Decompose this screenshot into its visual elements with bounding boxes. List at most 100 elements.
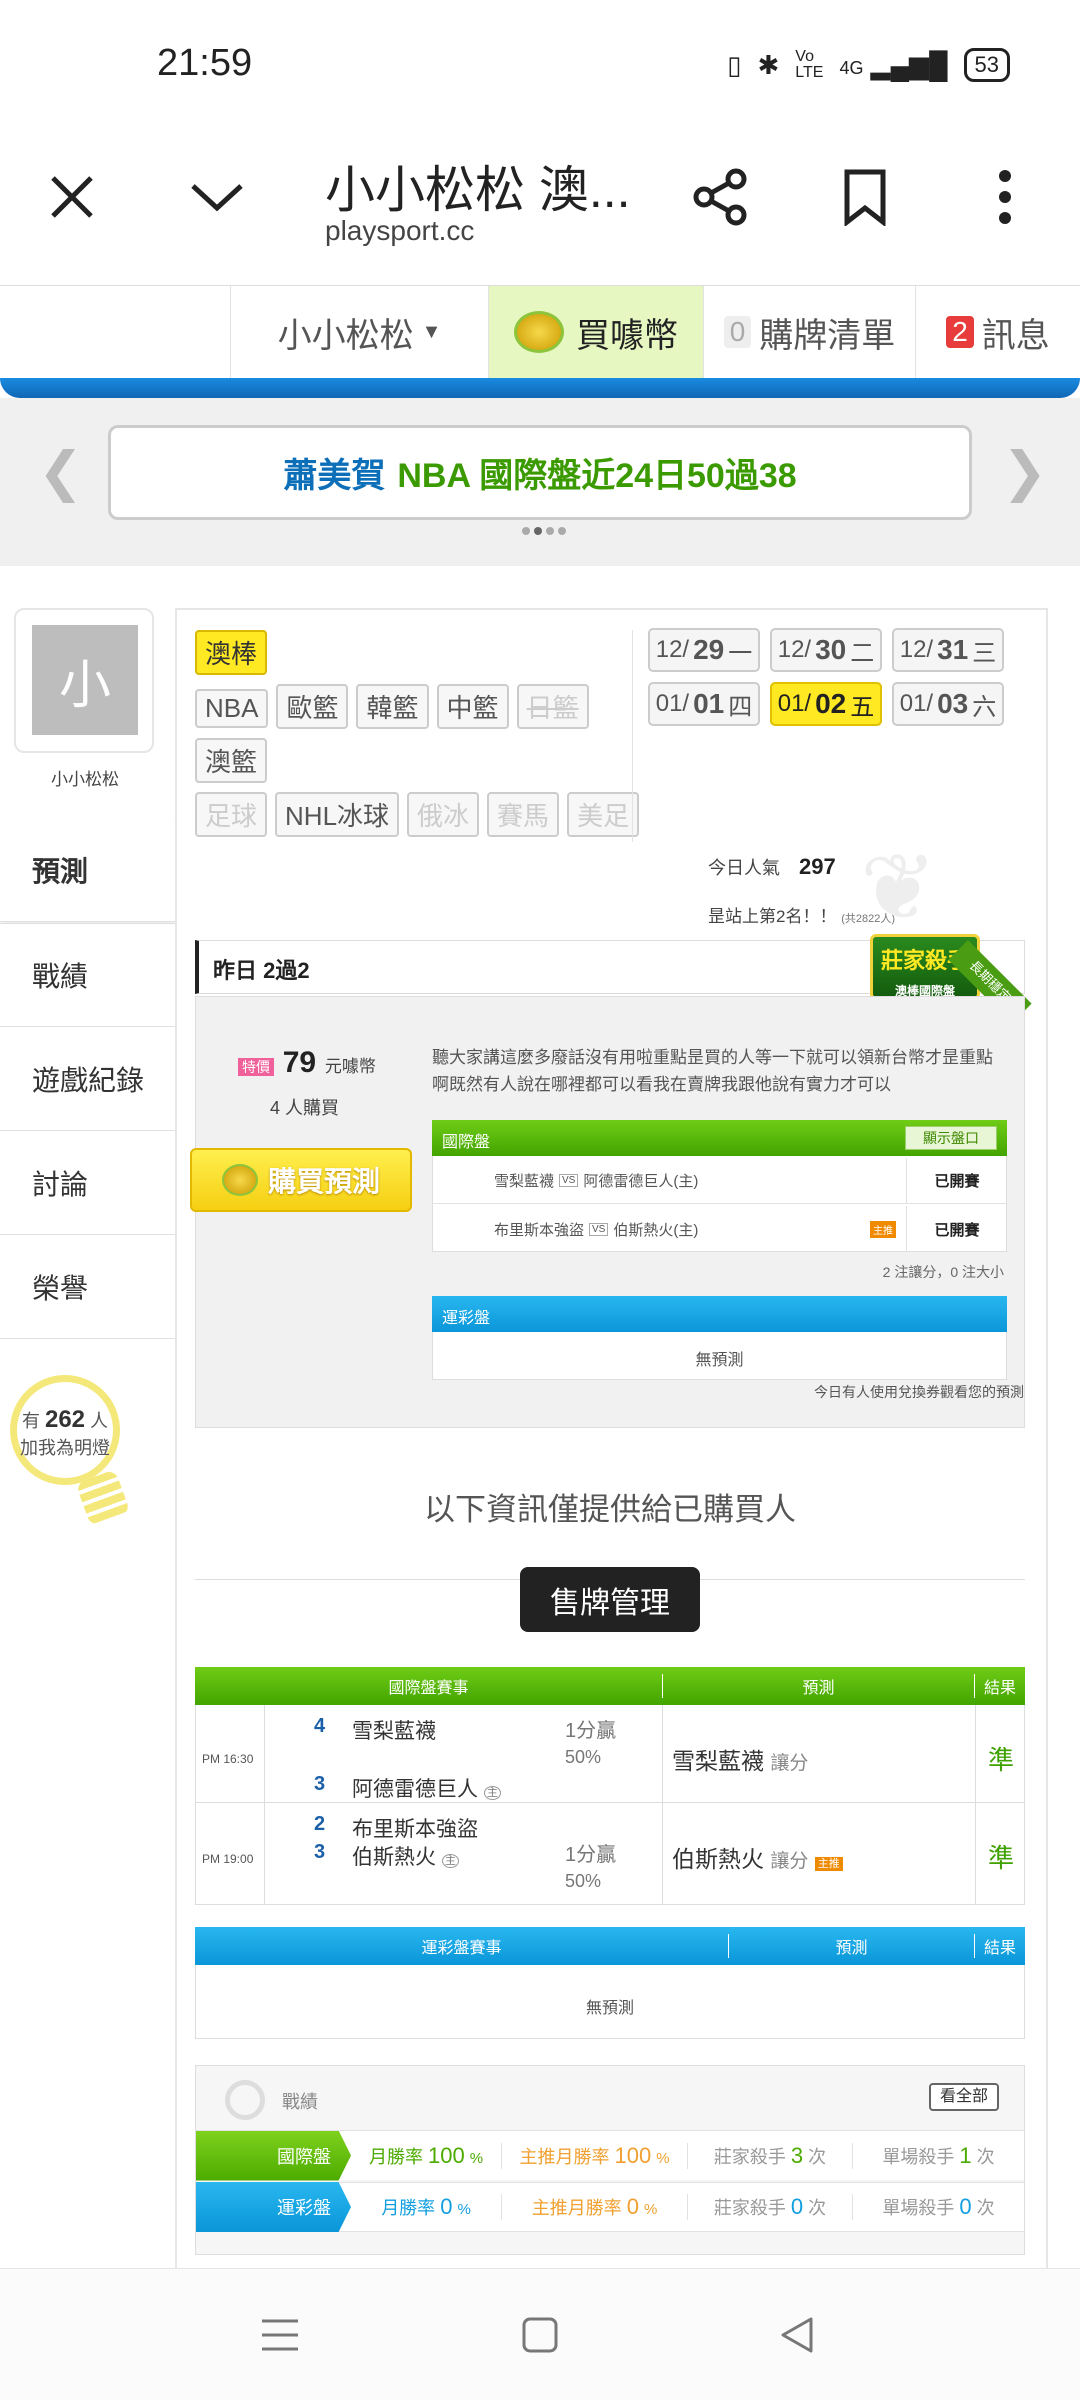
target-icon	[225, 2080, 265, 2120]
date-weekday: 五	[850, 693, 875, 721]
purchase-list-count: 0	[723, 316, 752, 348]
intl-box-title: 國際盤	[442, 1134, 491, 1151]
popularity-line: 今日人氣 297	[708, 854, 836, 880]
away-score: 4	[314, 1715, 326, 1737]
home-team-line: 伯斯熱火 主	[352, 1841, 459, 1871]
more-vert-icon[interactable]	[980, 162, 1030, 232]
dealer-count: 莊家殺手 0 次	[687, 2194, 852, 2220]
sport-tag-nhl[interactable]: NHL冰球	[275, 792, 400, 837]
sport-active-tag[interactable]: 澳棒	[195, 630, 268, 675]
view-all-button[interactable]: 看全部	[929, 2083, 999, 2111]
avatar[interactable]: 小	[32, 625, 138, 735]
buy-prediction-button[interactable]: 購買預測	[190, 1148, 412, 1212]
sidebar-item-game-log[interactable]: 遊戲紀錄	[0, 1027, 175, 1131]
single-label: 單場殺手	[882, 2198, 955, 2218]
banner-dots	[522, 527, 566, 535]
date-0102[interactable]: 01/02 五	[770, 682, 882, 726]
show-odds-label: 顯示盤口	[923, 1130, 979, 1146]
coupon-note: 今日有人使用兌換券觀看您的預測	[814, 1384, 1024, 1400]
header-result: 結果	[974, 1674, 1025, 1698]
avatar-letter: 小	[58, 656, 111, 715]
main-rate-value: 100	[614, 2142, 652, 2168]
date-month: 01/	[899, 690, 934, 717]
result-divider	[975, 1705, 976, 1905]
sport-tag-jp-basketball: 日籃	[516, 684, 589, 729]
date-1229[interactable]: 12/29 一	[648, 628, 760, 672]
sport-tag-cn-basketball[interactable]: 中籃	[436, 684, 509, 729]
header-event: 國際盤賽事	[388, 1680, 469, 1697]
sport-tag-nba[interactable]: NBA	[195, 689, 269, 728]
main-rate-label: 主推月勝率	[519, 2146, 610, 2167]
count-unit: 次	[976, 2146, 995, 2167]
view-all-label: 看全部	[939, 2088, 988, 2105]
buyer-only-notice: 以下資訊僅提供給已購買人	[424, 1492, 796, 1527]
date-weekday: 四	[728, 693, 753, 721]
blue-divider	[0, 378, 1080, 398]
date-0103[interactable]: 01/03 六	[892, 682, 1004, 726]
home-icon[interactable]	[500, 2300, 580, 2370]
dealer-value: 3	[790, 2142, 804, 2168]
page-title: 小小松松 澳...	[325, 162, 631, 218]
show-odds-button[interactable]: 顯示盤口	[905, 1126, 997, 1150]
sport-tag-au-basketball[interactable]: 澳籃	[195, 738, 268, 783]
intl-box-row: 雪梨藍襪 VS 阿德雷德巨人(主) 已開賽	[432, 1157, 1007, 1204]
bookmark-icon[interactable]	[830, 162, 900, 232]
signal-icon: 4G ▂▄▆█	[839, 49, 948, 80]
bluetooth-icon: ✱	[757, 49, 780, 80]
butterfly-icon: ❦	[860, 837, 938, 939]
sidebar-item-record[interactable]: 戰績	[0, 923, 175, 1027]
purchase-list-button[interactable]: 0 購牌清單	[703, 286, 915, 378]
page-url[interactable]: playsport.cc	[325, 215, 474, 247]
month-rate-label: 月勝率	[381, 2198, 436, 2218]
buyers-count: 4 人購買	[270, 1098, 340, 1118]
user-menu[interactable]: 小小松松 ▼	[230, 286, 488, 378]
date-day: 31	[937, 634, 969, 665]
banner-next-icon[interactable]: ❯	[1002, 440, 1047, 503]
messages-button[interactable]: 2 訊息	[915, 286, 1080, 378]
sidebar-item-discussion[interactable]: 討論	[0, 1131, 175, 1235]
intl-box-home: 阿德雷德巨人(主)	[583, 1173, 699, 1190]
month-rate-label: 月勝率	[368, 2146, 423, 2167]
result-value: 準	[988, 1843, 1015, 1873]
sidebar-item-honor[interactable]: 榮譽	[0, 1235, 175, 1339]
banner-link[interactable]: 蕭美賀 NBA 國際盤近24日50過38	[108, 425, 972, 520]
sport-active-label: 澳棒	[205, 639, 258, 669]
buy-coin-label: 買噱幣	[576, 316, 678, 355]
messages-label: 訊息	[981, 316, 1050, 355]
sport-tag-eu-basketball[interactable]: 歐籃	[276, 684, 349, 729]
date-weekday: 一	[728, 639, 753, 667]
sport-tag-soccer: 足球	[195, 792, 268, 837]
away-team: 雪梨藍襪	[352, 1720, 436, 1743]
home-tag: 主	[483, 1786, 501, 1800]
sale-manage-button[interactable]: 售牌管理	[520, 1567, 700, 1632]
lottery-table-header: 運彩盤賽事 預測 結果	[195, 1927, 1025, 1965]
back-icon[interactable]	[756, 2300, 836, 2370]
rank-text: 昰站上第2名！！	[708, 907, 837, 926]
menu-icon[interactable]	[240, 2300, 320, 2370]
count-unit: 次	[808, 2198, 827, 2218]
banner-prev-icon[interactable]: ❮	[38, 440, 83, 503]
sidebar-item-predict[interactable]: 預測	[0, 818, 175, 922]
close-icon[interactable]	[40, 165, 104, 229]
intl-box-away: 布里斯本強盜	[494, 1221, 585, 1239]
sport-tag-kr-basketball[interactable]: 韓籃	[356, 684, 429, 729]
user-name: 小小松松	[277, 316, 414, 355]
share-icon[interactable]	[685, 162, 755, 232]
match-time: PM 16:30	[202, 1752, 254, 1766]
chevron-down-icon[interactable]	[182, 165, 252, 229]
single-value: 1	[959, 2142, 972, 2168]
banner-text: NBA 國際盤近24日50過38	[397, 457, 797, 495]
fan-bulb[interactable]: 有 262 人 加我為明燈	[10, 1375, 120, 1485]
date-1231[interactable]: 12/31 三	[892, 628, 1004, 672]
caret-down-icon: ▼	[421, 320, 442, 343]
main-pick-tag: 主推	[814, 1857, 843, 1871]
date-1230[interactable]: 12/30 二	[770, 628, 882, 672]
count-unit: 次	[808, 2146, 827, 2167]
buy-coin-button[interactable]: 買噱幣	[488, 286, 703, 378]
home-tag: 主	[441, 1854, 459, 1868]
date-month: 12/	[777, 636, 812, 663]
intl-box-status: 已開賽	[934, 1173, 980, 1190]
date-0101[interactable]: 01/01 四	[648, 682, 760, 726]
single-value: 0	[959, 2194, 972, 2219]
sidebar-item-label: 遊戲紀錄	[32, 1064, 145, 1096]
